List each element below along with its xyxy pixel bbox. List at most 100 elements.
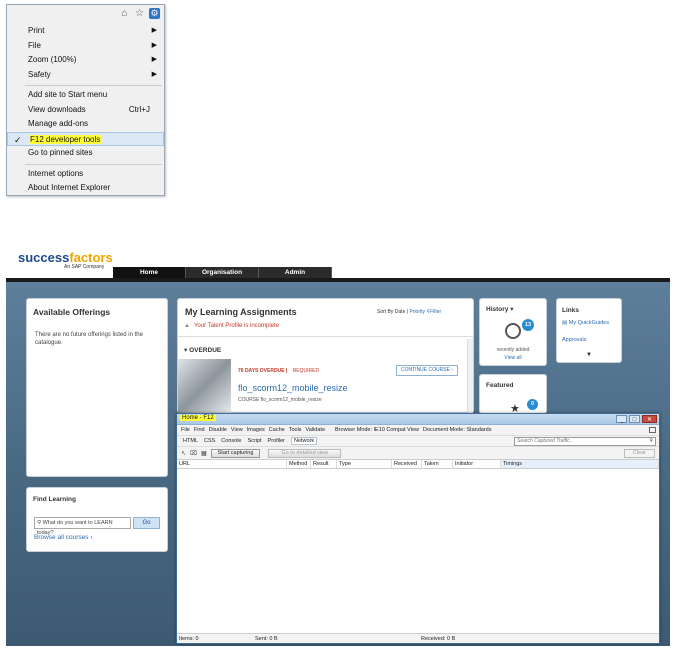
- menu-find[interactable]: Find: [194, 427, 205, 433]
- course-title-link[interactable]: flo_scorm12_mobile_resize: [238, 383, 348, 393]
- browser-mode-menu[interactable]: Browser Mode: IE10 Compat View: [335, 427, 419, 433]
- gear-icon[interactable]: ⚙: [149, 8, 160, 19]
- column-initiator[interactable]: Initiator: [453, 460, 501, 468]
- tab-script[interactable]: Script: [247, 438, 261, 444]
- column-type[interactable]: Type: [337, 460, 392, 468]
- profile-warning: ▲ Your Talent Profile is incomplete: [184, 323, 280, 329]
- submenu-arrow-icon: ▶: [151, 41, 157, 49]
- menu-file[interactable]: File: [181, 427, 190, 433]
- document-mode-menu[interactable]: Document Mode: Standards: [423, 427, 491, 433]
- tab-html[interactable]: HTML: [183, 438, 198, 444]
- top-nav: Home Organisation Admin: [113, 267, 332, 278]
- logo-tagline: An SAP Company: [64, 264, 105, 270]
- menu-images[interactable]: Images: [247, 427, 265, 433]
- divider: [178, 336, 473, 337]
- menu-item-pinned-sites[interactable]: Go to pinned sites: [7, 146, 164, 161]
- offerings-text: There are no future offerings listed in …: [35, 332, 143, 346]
- menu-cache[interactable]: Cache: [269, 427, 285, 433]
- view-all-link[interactable]: View all: [480, 355, 546, 361]
- home-icon[interactable]: ⌂: [119, 8, 130, 19]
- tab-profiler[interactable]: Profiler: [268, 438, 285, 444]
- devtools-menubar: File Find Disable View Images Cache Tool…: [177, 425, 659, 436]
- column-method[interactable]: Method: [287, 460, 311, 468]
- course-thumbnail: [178, 359, 231, 413]
- minimize-icon[interactable]: _: [616, 415, 627, 423]
- menu-item-add-site[interactable]: Add site to Start menu: [7, 88, 164, 103]
- devtools-tabs: HTML CSS Console Script Profiler Network…: [177, 436, 659, 447]
- clear-cache-icon[interactable]: ⌧: [190, 450, 197, 457]
- select-element-icon[interactable]: ↖: [181, 450, 186, 457]
- save-icon[interactable]: ▦: [201, 450, 207, 457]
- card-title: Find Learning: [33, 496, 76, 503]
- column-taken[interactable]: Taken: [422, 460, 453, 468]
- caret-down-icon[interactable]: ▼: [586, 352, 592, 358]
- warning-icon: ▲: [184, 323, 190, 329]
- browse-courses-link[interactable]: Browse all courses ›: [34, 534, 93, 541]
- submenu-arrow-icon: ▶: [151, 70, 157, 78]
- submenu-arrow-icon: ▶: [151, 56, 157, 63]
- tab-console[interactable]: Console: [221, 438, 241, 444]
- tab-css[interactable]: CSS: [204, 438, 215, 444]
- start-capturing-button[interactable]: Start capturing: [210, 448, 261, 458]
- menu-item-safety[interactable]: Safety ▶: [7, 68, 164, 83]
- continue-course-button[interactable]: CONTINUE COURSE ›: [396, 365, 458, 376]
- history-count-badge: 13: [522, 319, 534, 331]
- card-title[interactable]: History ▾: [480, 299, 546, 313]
- menu-item-internet-options[interactable]: Internet options: [7, 167, 164, 182]
- menu-item-f12-developer-tools[interactable]: ✓ F12 developer tools: [7, 131, 164, 146]
- menu-item-file[interactable]: File ▶: [7, 39, 164, 54]
- overdue-status: 76 DAYS OVERDUE | REQUIRED: [238, 368, 320, 374]
- clear-button[interactable]: Clear: [623, 449, 655, 458]
- check-icon: ✓: [14, 134, 22, 145]
- menu-validate[interactable]: Validate: [306, 427, 325, 433]
- detailed-view-button[interactable]: Go to detailed view: [268, 448, 342, 458]
- f12-devtools-window: Home - F12 _ □ ✕ File Find Disable View …: [176, 413, 660, 644]
- approvals-link[interactable]: Approvals: [562, 337, 586, 343]
- search-icon: ⚲: [649, 438, 653, 444]
- column-result[interactable]: Result: [311, 460, 337, 468]
- menu-item-zoom[interactable]: Zoom (100%) ▶: [7, 53, 164, 68]
- column-url[interactable]: URL: [177, 460, 287, 468]
- menu-view[interactable]: View: [231, 427, 243, 433]
- available-offerings-card: Available Offerings There are no future …: [26, 298, 168, 477]
- chevron-right-icon: ›: [90, 534, 93, 541]
- star-icon[interactable]: ☆: [134, 8, 145, 19]
- minimize-pane-icon[interactable]: [649, 427, 656, 433]
- logo: successfactors: [18, 250, 113, 265]
- overdue-section-toggle[interactable]: ▾ OVERDUE: [184, 346, 221, 354]
- history-card: History ▾ 13 recently added View all: [479, 298, 547, 366]
- status-bar: Items: 0 Sent: 0 B Received: 0 B: [177, 633, 659, 643]
- close-icon[interactable]: ✕: [642, 415, 657, 423]
- column-timings[interactable]: Timings: [501, 460, 659, 468]
- ie-menu-list: Print ▶ File ▶ Zoom (100%) ▶ Safety ▶ Add si…: [7, 24, 164, 196]
- network-toolbar: ↖ ⌧ ▦ Start capturing Go to detailed vie…: [177, 447, 659, 460]
- menu-item-about-ie[interactable]: About Internet Explorer: [7, 181, 164, 196]
- ie-tools-menu: ⌂ ☆ ⚙ Print ▶ File ▶ Zoom (100%) ▶ Safety ▶ …: [6, 4, 165, 196]
- sort-priority-link[interactable]: Priority: [409, 309, 425, 315]
- card-title: Available Offerings: [33, 307, 111, 317]
- captured-traffic-search-input[interactable]: Search Captured Traffic... ⚲: [514, 437, 656, 446]
- nav-tab-admin[interactable]: Admin: [259, 267, 332, 278]
- window-controls: _ □ ✕: [616, 415, 657, 423]
- column-received[interactable]: Received: [392, 460, 422, 468]
- status-sent: Sent: 0 B: [255, 636, 278, 642]
- scrollbar[interactable]: [467, 339, 473, 413]
- guide-icon: ▤: [562, 320, 569, 326]
- card-title: Featured: [486, 382, 514, 389]
- learning-assignments-card: My Learning Assignments Sort By Date | P…: [177, 298, 474, 413]
- maximize-icon[interactable]: □: [629, 415, 640, 423]
- tab-network[interactable]: Network: [290, 437, 318, 445]
- go-button[interactable]: Go: [133, 517, 160, 529]
- menu-item-view-downloads[interactable]: View downloads Ctrl+J: [7, 103, 164, 118]
- learn-search-input[interactable]: ⚲ What do you want to LEARN today?: [34, 517, 131, 536]
- filter-link[interactable]: Filter: [430, 309, 441, 315]
- menu-item-print[interactable]: Print ▶: [7, 24, 164, 39]
- menu-disable[interactable]: Disable: [209, 427, 227, 433]
- nav-tab-organisation[interactable]: Organisation: [186, 267, 259, 278]
- nav-tab-home[interactable]: Home: [113, 267, 186, 278]
- links-card: Links ▤ My QuickGuides Approvals ▼: [556, 298, 622, 363]
- quickguides-link[interactable]: ▤ My QuickGuides: [562, 320, 609, 326]
- menu-item-manage-addons[interactable]: Manage add-ons: [7, 117, 164, 132]
- window-titlebar[interactable]: Home - F12 _ □ ✕: [177, 414, 659, 425]
- menu-tools[interactable]: Tools: [289, 427, 302, 433]
